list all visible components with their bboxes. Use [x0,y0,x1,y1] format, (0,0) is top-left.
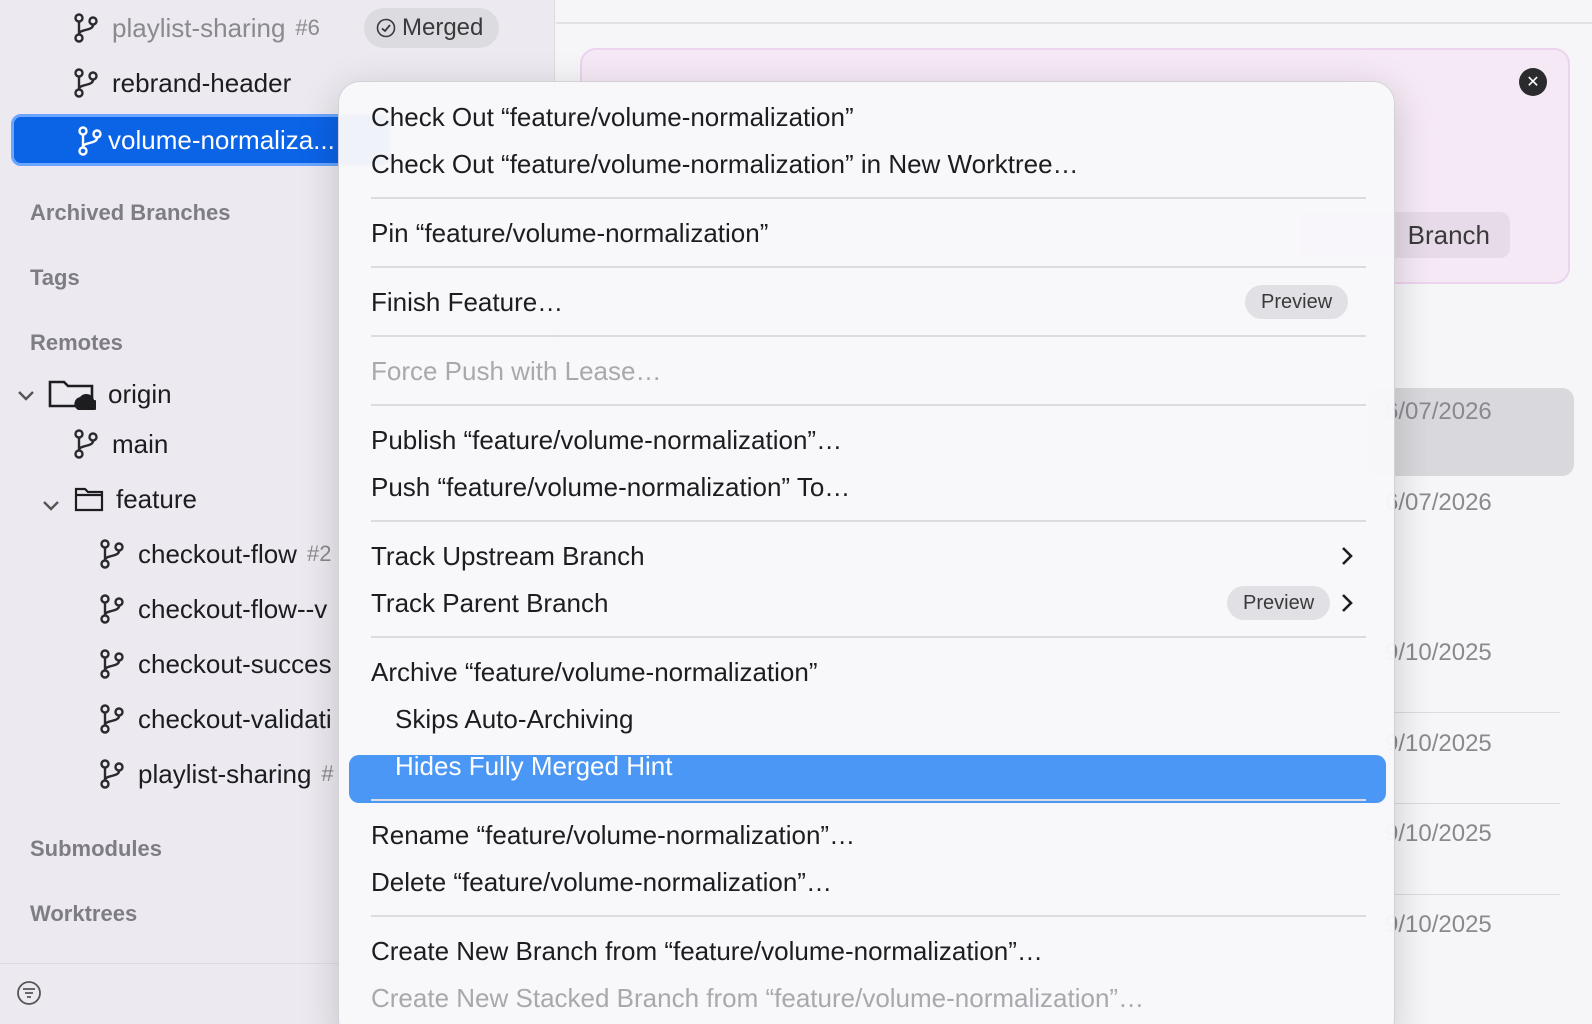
row-divider [1370,712,1560,713]
menu-separator [371,799,1366,801]
chevron-down-icon[interactable] [40,494,62,516]
branch-icon [100,704,124,734]
sidebar-branch-playlist-sharing[interactable]: playlist-sharing #6 [72,6,320,50]
section-submodules[interactable]: Submodules [30,836,162,862]
commit-date: 6/07/2026 [1385,489,1492,516]
menu-force-push-with-lease: Force Push with Lease… [371,356,662,386]
merged-badge-label: Merged [402,14,484,41]
folder-icon [74,487,104,512]
branch-label: checkout-validati [138,703,332,734]
menu-create-new-branch[interactable]: Create New Branch from “feature/volume-n… [371,936,1043,967]
check-circle-icon [376,18,396,38]
menu-archive[interactable]: Archive “feature/volume-normalization” [371,657,818,688]
menu-check-out-new-worktree[interactable]: Check Out “feature/volume-normalization”… [371,149,1079,180]
branch-icon [74,68,98,98]
section-worktrees[interactable]: Worktrees [30,901,137,927]
remote-origin[interactable]: origin [48,372,172,416]
filter-icon[interactable] [16,980,42,1006]
row-divider [1370,803,1560,804]
menu-finish-feature[interactable]: Finish Feature… [371,287,563,318]
menu-separator [371,335,1366,337]
sidebar-branch-volume-normalization[interactable]: volume-normaliza... [11,114,391,166]
chevron-right-icon [1342,594,1353,612]
branch-label: checkout-flow [138,538,297,569]
feature-branch-row[interactable]: checkout-validati [98,697,332,741]
menu-track-upstream-branch[interactable]: Track Upstream Branch [371,541,645,572]
commit-date: 9/10/2025 [1385,730,1492,757]
menu-separator [371,915,1366,917]
folder-label: feature [116,483,197,514]
branch-icon [74,13,98,43]
preview-badge: Preview [1245,285,1349,319]
branch-label: rebrand-header [112,67,292,98]
branch-label: checkout-flow--v [138,593,328,624]
toolbar-divider [556,22,1592,24]
branch-icon [100,759,124,789]
commit-date: 9/10/2025 [1385,911,1492,938]
pr-number: #2 [306,541,332,566]
menu-track-parent-branch[interactable]: Track Parent Branch [371,588,608,619]
section-remotes[interactable]: Remotes [30,330,123,356]
menu-pin[interactable]: Pin “feature/volume-normalization” [371,218,768,249]
feature-branch-row[interactable]: checkout-flow--v [98,587,327,631]
chevron-down-icon[interactable] [15,384,37,406]
preview-badge: Preview [1227,586,1331,620]
menu-separator [371,266,1366,268]
menu-push-to[interactable]: Push “feature/volume-normalization” To… [371,472,850,503]
menu-rename[interactable]: Rename “feature/volume-normalization”… [371,820,855,851]
menu-separator [371,520,1366,522]
commit-date: 9/10/2025 [1385,820,1492,847]
branch-icon [74,429,98,459]
feature-branch-row[interactable]: playlist-sharing # [98,752,334,796]
remote-label: origin [108,378,172,409]
menu-separator [371,636,1366,638]
branch-context-menu: Check Out “feature/volume-normalization”… [338,81,1395,1024]
branch-label: main [112,428,169,459]
branch-icon [78,126,102,156]
branch-icon [100,594,124,624]
remote-folder-feature[interactable]: feature [74,477,197,521]
branch-label: volume-normaliza... [108,124,335,155]
chevron-right-icon [1342,547,1353,565]
cloud-folder-icon [48,380,96,410]
branch-label: playlist-sharing [112,12,286,43]
row-divider [1370,894,1560,895]
section-tags[interactable]: Tags [30,265,80,291]
menu-publish[interactable]: Publish “feature/volume-normalization”… [371,425,842,456]
menu-separator [371,404,1366,406]
branch-label: checkout-succes [138,648,332,679]
pr-number: #6 [295,15,320,40]
menu-separator [371,197,1366,199]
branch-icon [100,539,124,569]
menu-create-new-stacked-branch: Create New Stacked Branch from “feature/… [371,983,1145,1013]
merged-badge: Merged [364,8,500,48]
branch-icon [100,649,124,679]
menu-hides-fully-merged-hint[interactable]: Hides Fully Merged Hint [395,751,672,782]
branch-label: playlist-sharing [138,758,312,789]
close-icon[interactable]: ✕ [1519,68,1547,96]
pr-number: # [321,761,334,786]
menu-skips-auto-archiving[interactable]: Skips Auto-Archiving [395,704,633,735]
menu-delete[interactable]: Delete “feature/volume-normalization”… [371,867,832,898]
sidebar-branch-rebrand-header[interactable]: rebrand-header [72,61,291,105]
section-archived-branches[interactable]: Archived Branches [30,200,231,226]
commit-date: 9/10/2025 [1385,639,1492,666]
feature-branch-row[interactable]: checkout-succes [98,642,332,686]
remote-branch-main[interactable]: main [72,422,168,466]
menu-check-out[interactable]: Check Out “feature/volume-normalization” [371,102,854,133]
commit-date: 6/07/2026 [1385,398,1492,425]
feature-branch-row[interactable]: checkout-flow #2 [98,532,331,576]
